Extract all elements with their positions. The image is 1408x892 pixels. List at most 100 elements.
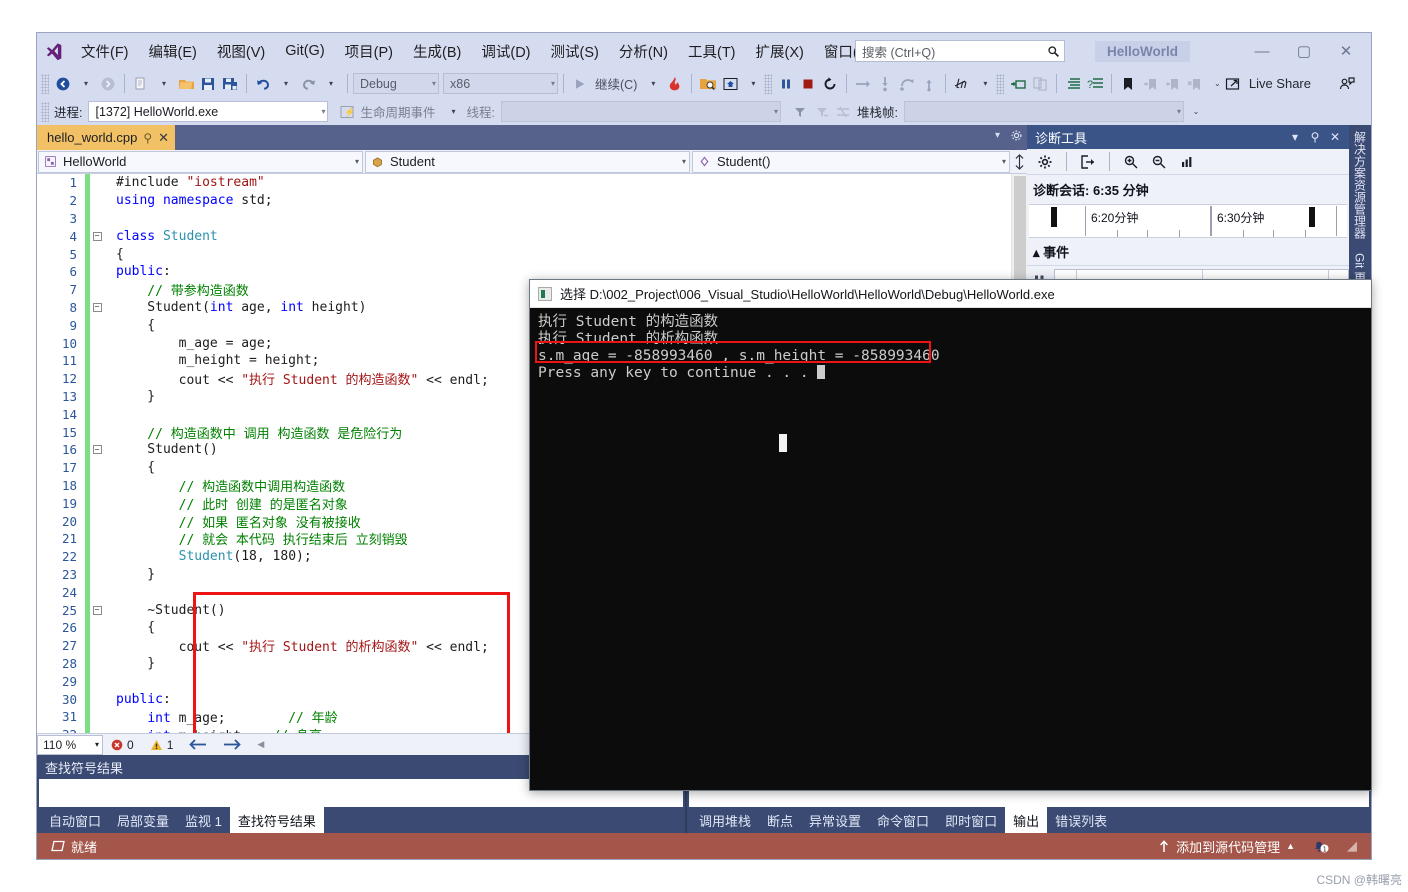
tab-locals[interactable]: 局部变量 [109, 807, 177, 834]
new-file-dropdown[interactable]: ▾ [153, 72, 175, 96]
maximize-button[interactable]: ▢ [1283, 36, 1325, 66]
tab-command-window[interactable]: 命令窗口 [869, 807, 937, 834]
menu-view[interactable]: 视图(V) [208, 38, 274, 65]
undo-dropdown[interactable]: ▾ [275, 72, 297, 96]
bookmark-icon[interactable] [1117, 72, 1139, 96]
menu-test[interactable]: 测试(S) [542, 38, 608, 65]
navigate-back-dropdown[interactable]: ▾ [75, 72, 97, 96]
pin-icon[interactable]: ⚲ [1305, 130, 1325, 144]
hex-dropdown[interactable]: ▾ [974, 72, 996, 96]
lifecycle-dropdown[interactable]: ▾ [443, 100, 465, 124]
menu-debug[interactable]: 调试(D) [472, 38, 539, 65]
tab-exception-settings[interactable]: 异常设置 [801, 807, 869, 834]
navigate-forward-icon[interactable] [215, 738, 249, 751]
undo-icon[interactable] [252, 72, 274, 96]
step-over-icon[interactable] [896, 72, 918, 96]
hot-reload-icon[interactable] [664, 72, 686, 96]
lifecycle-events-icon[interactable]: ⚡ [336, 100, 358, 124]
error-count-indicator[interactable]: 0 [103, 738, 142, 752]
step-out-icon[interactable] [918, 72, 940, 96]
fold-toggle-icon[interactable]: − [90, 445, 104, 455]
tab-immediate-window[interactable]: 即时窗口 [937, 807, 1005, 834]
navigate-forward-icon[interactable] [97, 72, 119, 96]
send-feedback-icon[interactable] [1335, 72, 1357, 96]
next-bookmark-icon[interactable] [1161, 72, 1183, 96]
menu-extensions[interactable]: 扩展(X) [747, 38, 813, 65]
restart-icon[interactable] [819, 72, 841, 96]
menu-project[interactable]: 项目(P) [336, 38, 402, 65]
start-debug-icon[interactable] [569, 72, 591, 96]
status-overflow-icon[interactable]: ◀ [249, 739, 272, 750]
close-icon[interactable]: ✕ [158, 130, 169, 146]
add-to-source-control-button[interactable]: 添加到源代码管理 ▲ [1150, 837, 1303, 856]
scrollbar-thumb[interactable] [1014, 176, 1026, 296]
pin-icon[interactable]: ⚲ [143, 131, 152, 145]
attach-to-process-icon[interactable] [697, 72, 719, 96]
lifecycle-events-label[interactable]: 生命周期事件 [358, 102, 441, 121]
console-title-bar[interactable]: 选择 D:\002_Project\006_Visual_Studio\Hell… [530, 280, 1371, 308]
code-line[interactable]: 1 #include "iostream" [37, 174, 1011, 192]
stackframe-select[interactable]: ▾ [903, 101, 1184, 122]
notifications-button[interactable]: 1 [1303, 838, 1339, 854]
search-input[interactable]: 搜索 (Ctrl+Q) [855, 40, 1065, 62]
zoom-in-icon[interactable] [1119, 151, 1143, 173]
compare-icon[interactable] [1029, 72, 1051, 96]
flag-just-my-code-icon[interactable] [811, 100, 833, 124]
tab-output[interactable]: 输出 [1005, 806, 1048, 834]
fold-toggle-icon[interactable]: − [90, 231, 104, 241]
zoom-out-icon[interactable] [1147, 151, 1171, 173]
close-icon[interactable]: ✕ [1325, 130, 1345, 144]
toolbar-grip[interactable] [996, 73, 1005, 94]
sidebar-tab-solution-explorer[interactable]: 解决方案资源管理器 [1352, 131, 1369, 239]
live-share-button[interactable]: Live Share [1225, 76, 1311, 92]
save-all-icon[interactable] [219, 72, 241, 96]
menu-git[interactable]: Git(G) [276, 40, 333, 62]
pause-icon[interactable] [775, 72, 797, 96]
show-next-statement-icon[interactable] [852, 72, 874, 96]
navigate-backward-icon[interactable] [181, 738, 215, 751]
redo-dropdown[interactable]: ▾ [320, 72, 342, 96]
continue-dropdown[interactable]: ▾ [642, 72, 664, 96]
menu-build[interactable]: 生成(B) [404, 38, 470, 65]
configuration-select[interactable]: Debug ▾ [353, 73, 439, 94]
menu-edit[interactable]: 编辑(E) [140, 38, 206, 65]
thread-select[interactable]: ▾ [500, 101, 781, 122]
tab-autos[interactable]: 自动窗口 [41, 807, 109, 834]
stop-icon[interactable] [797, 72, 819, 96]
menu-tools[interactable]: 工具(T) [679, 38, 745, 65]
hexadecimal-display-icon[interactable]: ㏑ [951, 72, 973, 96]
code-line[interactable]: 5{ [37, 245, 1011, 263]
tab-breakpoints[interactable]: 断点 [759, 807, 801, 834]
comment-icon[interactable] [1062, 72, 1084, 96]
debug-home-icon[interactable] [719, 72, 741, 96]
step-into-icon[interactable] [874, 72, 896, 96]
nav-member-select[interactable]: Student() ▾ [692, 150, 1010, 173]
chevron-down-icon[interactable]: ▾ [1285, 130, 1305, 144]
code-line[interactable]: 3 [37, 209, 1011, 228]
toolbar-grip[interactable] [764, 73, 773, 94]
tab-watch-1[interactable]: 监视 1 [177, 807, 230, 834]
debug-home-dropdown[interactable]: ▾ [742, 72, 764, 96]
tab-find-symbol-results[interactable]: 查找符号结果 [229, 806, 324, 834]
new-file-icon[interactable] [130, 72, 152, 96]
toolbar-grip[interactable] [41, 101, 49, 122]
redo-icon[interactable] [297, 72, 319, 96]
gear-icon[interactable] [1033, 151, 1057, 173]
save-icon[interactable] [197, 72, 219, 96]
nav-type-select[interactable]: Student ▾ [365, 150, 690, 173]
debug-toolbar-overflow[interactable]: ⌄ [1185, 100, 1207, 124]
transpose-icon[interactable] [833, 100, 855, 124]
code-line[interactable]: 2 using namespace std; [37, 191, 1011, 210]
menu-file[interactable]: 文件(F) [72, 38, 138, 65]
zoom-level-select[interactable]: 110 % ▾ [37, 734, 103, 755]
warning-count-indicator[interactable]: 1 [142, 738, 182, 752]
close-button[interactable]: ✕ [1325, 36, 1367, 66]
minimize-button[interactable]: — [1241, 36, 1283, 66]
nav-project-select[interactable]: HelloWorld ▾ [38, 150, 363, 173]
export-icon[interactable] [1076, 151, 1100, 173]
continue-label[interactable]: 继续(C) [591, 74, 641, 93]
tab-hello-world-cpp[interactable]: hello_world.cpp ⚲ ✕ [37, 125, 176, 150]
console-output[interactable]: 执行 Student 的构造函数 执行 Student 的析构函数 s.m_ag… [530, 308, 1371, 790]
uncomment-icon[interactable]: ? [1084, 72, 1106, 96]
resize-grip[interactable]: ◢ [1339, 838, 1365, 854]
